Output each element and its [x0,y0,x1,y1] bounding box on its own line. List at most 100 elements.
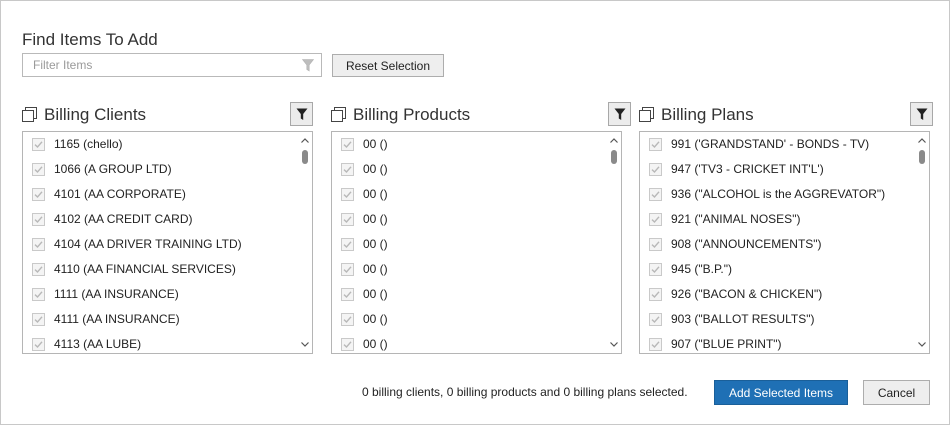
item-label: 4110 (AA FINANCIAL SERVICES) [54,262,236,276]
filter-input[interactable] [23,54,293,76]
item-checkbox[interactable] [649,338,662,351]
list-item[interactable]: 4113 (AA LUBE) [23,333,293,353]
item-checkbox[interactable] [32,338,45,351]
check-icon [651,241,660,249]
item-checkbox[interactable] [649,163,662,176]
dialog-title: Find Items To Add [22,30,158,49]
scrollbar-thumb[interactable] [611,150,617,164]
item-checkbox[interactable] [341,238,354,251]
item-label: 4102 (AA CREDIT CARD) [54,212,193,226]
item-checkbox[interactable] [32,163,45,176]
item-checkbox[interactable] [32,213,45,226]
item-checkbox[interactable] [341,188,354,201]
item-checkbox[interactable] [649,213,662,226]
item-checkbox[interactable] [341,163,354,176]
item-checkbox[interactable] [32,288,45,301]
billing-plans-scrollbar[interactable] [917,134,927,351]
item-checkbox[interactable] [341,138,354,151]
item-checkbox[interactable] [341,313,354,326]
list-item[interactable]: 926 ("BACON & CHICKEN") [640,283,910,308]
chevron-down-icon[interactable] [917,339,927,349]
item-checkbox[interactable] [649,313,662,326]
chevron-up-icon[interactable] [609,136,619,146]
check-icon [651,316,660,324]
billing-plans-list[interactable]: 991 ('GRANDSTAND' - BONDS - TV) 947 ('TV3… [639,131,930,354]
list-item[interactable]: 4101 (AA CORPORATE) [23,183,293,208]
funnel-icon [614,108,626,120]
item-checkbox[interactable] [32,138,45,151]
list-item[interactable]: 4110 (AA FINANCIAL SERVICES) [23,258,293,283]
item-checkbox[interactable] [341,288,354,301]
list-item[interactable]: 903 ("BALLOT RESULTS") [640,308,910,333]
scrollbar-thumb[interactable] [919,150,925,164]
list-item[interactable]: 947 ('TV3 - CRICKET INT'L') [640,158,910,183]
item-label: 4113 (AA LUBE) [54,337,142,351]
cancel-button[interactable]: Cancel [863,380,930,405]
list-item[interactable]: 907 ("BLUE PRINT") [640,333,910,353]
funnel-icon [296,108,308,120]
item-label: 1066 (A GROUP LTD) [54,162,172,176]
billing-clients-scrollbar[interactable] [300,134,310,351]
item-checkbox[interactable] [649,138,662,151]
check-icon [34,216,43,224]
add-selected-items-button[interactable]: Add Selected Items [714,380,848,405]
chevron-up-icon[interactable] [917,136,927,146]
list-item[interactable]: 4102 (AA CREDIT CARD) [23,208,293,233]
item-checkbox[interactable] [649,263,662,276]
item-checkbox[interactable] [32,238,45,251]
chevron-up-icon[interactable] [300,136,310,146]
item-checkbox[interactable] [341,263,354,276]
check-icon [34,191,43,199]
find-items-dialog: Find Items To Add Reset Selection Billin… [0,0,950,425]
list-item[interactable]: 00 () [332,308,602,333]
item-label: 00 () [363,212,388,226]
list-item[interactable]: 00 () [332,283,602,308]
item-checkbox[interactable] [649,188,662,201]
list-item[interactable]: 00 () [332,208,602,233]
reset-selection-button[interactable]: Reset Selection [332,54,444,77]
item-checkbox[interactable] [341,213,354,226]
list-item[interactable]: 00 () [332,333,602,353]
billing-products-scrollbar[interactable] [609,134,619,351]
check-icon [651,291,660,299]
item-label: 00 () [363,137,388,151]
billing-products-title: Billing Products [353,105,471,124]
list-item[interactable]: 945 ("B.P.") [640,258,910,283]
list-item[interactable]: 991 ('GRANDSTAND' - BONDS - TV) [640,133,910,158]
copy-icon [639,107,654,122]
list-item[interactable]: 4111 (AA INSURANCE) [23,308,293,333]
billing-clients-filter-button[interactable] [290,102,313,126]
item-label: 908 ("ANNOUNCEMENTS") [671,237,822,251]
billing-plans-filter-button[interactable] [910,102,933,126]
filter-field[interactable] [22,53,322,77]
billing-products-filter-button[interactable] [608,102,631,126]
item-checkbox[interactable] [649,288,662,301]
check-icon [651,141,660,149]
item-checkbox[interactable] [32,263,45,276]
list-item[interactable]: 4104 (AA DRIVER TRAINING LTD) [23,233,293,258]
item-checkbox[interactable] [32,313,45,326]
check-icon [651,341,660,349]
list-item[interactable]: 1066 (A GROUP LTD) [23,158,293,183]
list-item[interactable]: 00 () [332,258,602,283]
list-item[interactable]: 00 () [332,158,602,183]
list-item[interactable]: 921 ("ANIMAL NOSES") [640,208,910,233]
check-icon [343,316,352,324]
list-item[interactable]: 00 () [332,183,602,208]
list-item[interactable]: 00 () [332,233,602,258]
item-checkbox[interactable] [649,238,662,251]
billing-clients-list[interactable]: 1165 (chello) 1066 (A GROUP LTD) 4101 (AA … [22,131,313,354]
list-item[interactable]: 936 ("ALCOHOL is the AGGREVATOR") [640,183,910,208]
scrollbar-thumb[interactable] [302,150,308,164]
chevron-down-icon[interactable] [609,339,619,349]
chevron-down-icon[interactable] [300,339,310,349]
item-checkbox[interactable] [32,188,45,201]
item-checkbox[interactable] [341,338,354,351]
list-item[interactable]: 908 ("ANNOUNCEMENTS") [640,233,910,258]
billing-plans-header: Billing Plans [639,102,933,128]
list-item[interactable]: 00 () [332,133,602,158]
check-icon [34,291,43,299]
list-item[interactable]: 1111 (AA INSURANCE) [23,283,293,308]
list-item[interactable]: 1165 (chello) [23,133,293,158]
billing-products-list[interactable]: 00 () 00 () 00 () 00 () 00 () 00 () 00 () 00 ()… [331,131,622,354]
